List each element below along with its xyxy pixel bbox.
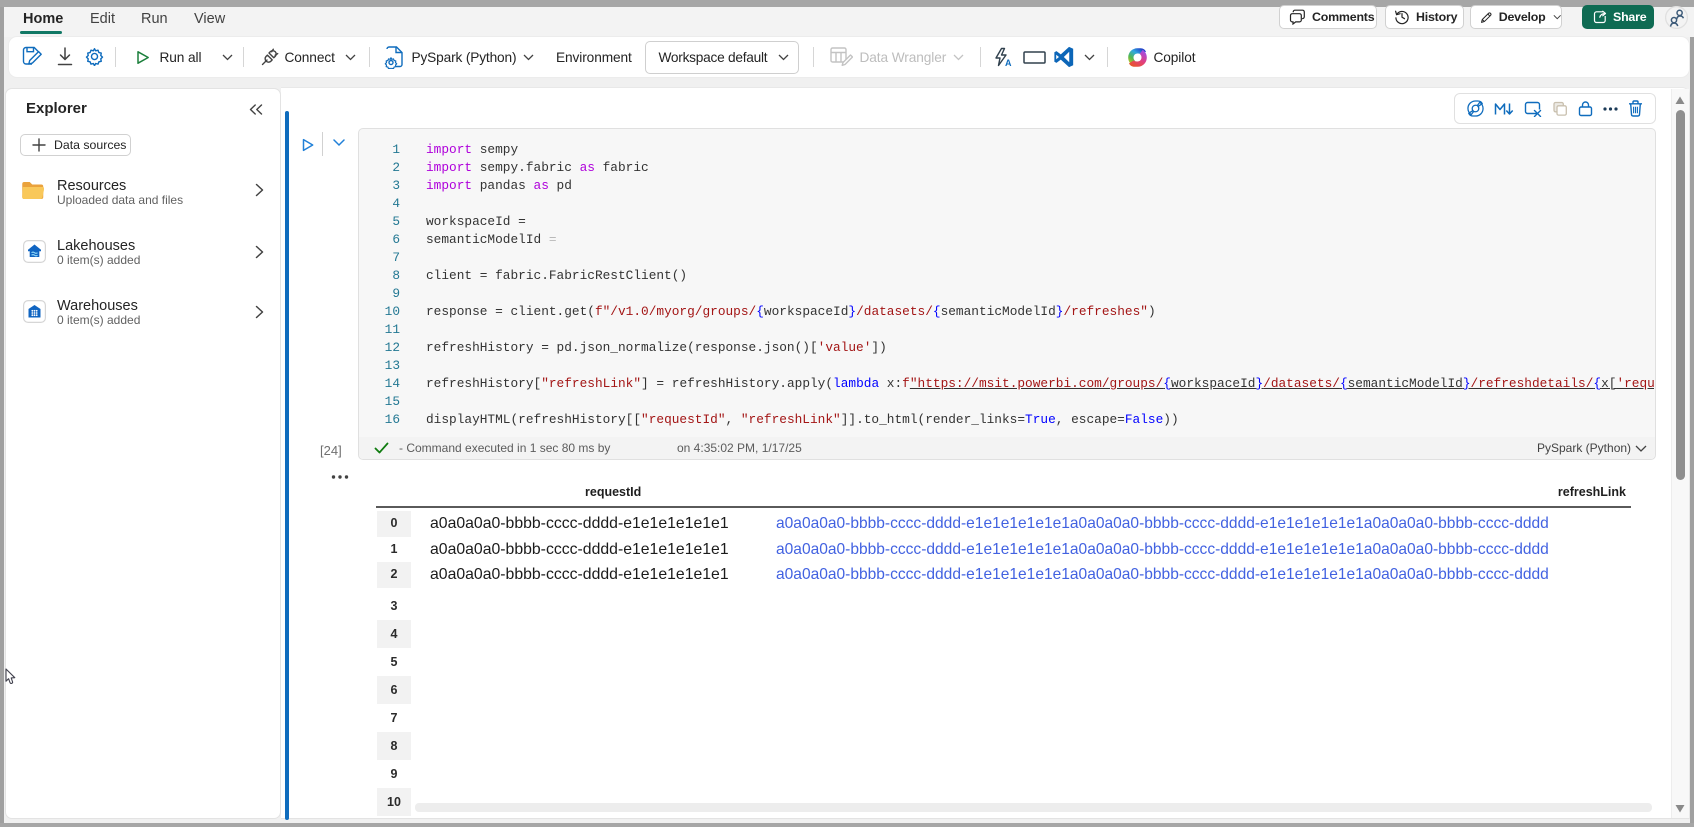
svg-text:A: A <box>1005 58 1012 67</box>
